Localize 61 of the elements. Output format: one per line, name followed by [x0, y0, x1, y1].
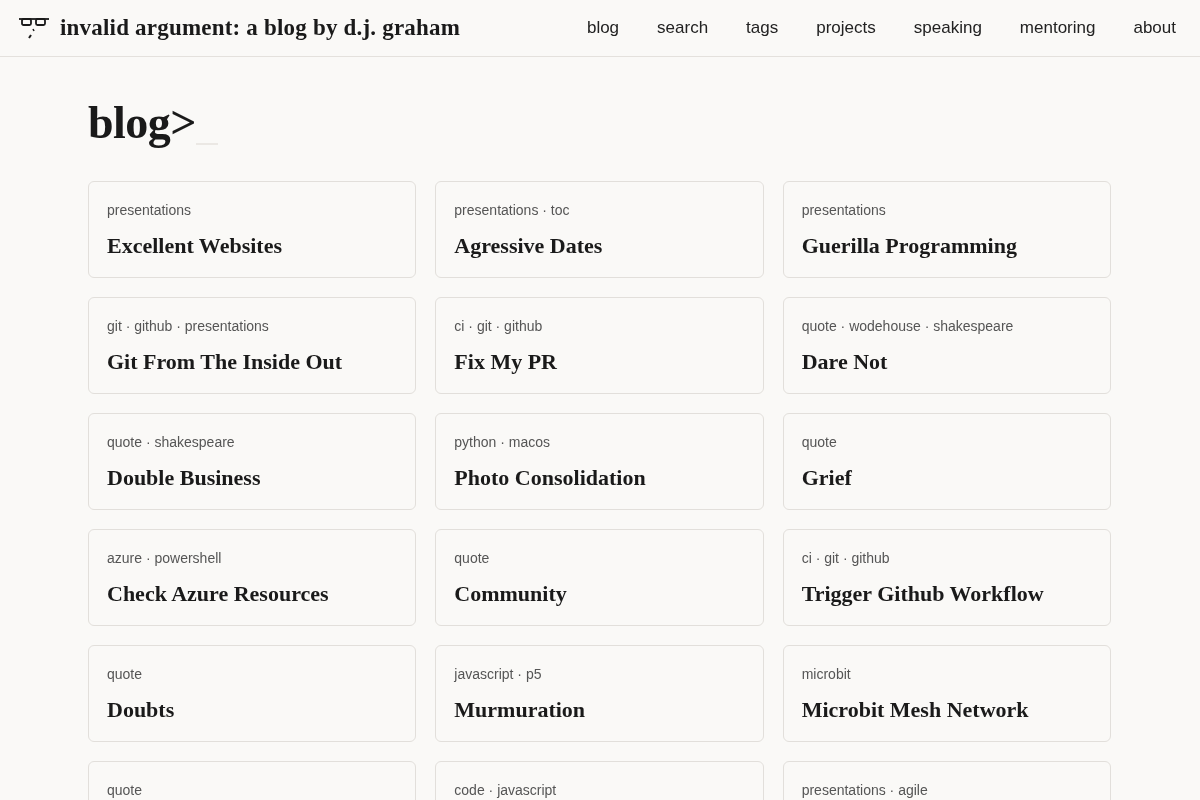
- post-tags: python · macos: [454, 433, 745, 451]
- post-card[interactable]: ci · git · github Trigger Github Workflow: [782, 529, 1111, 626]
- post-title: Photo Consolidation: [454, 465, 647, 491]
- post-title: Check Azure Resources: [107, 581, 330, 607]
- post-title: Microbit Mesh Network: [801, 697, 1030, 723]
- post-tags: ci · git · github: [454, 317, 745, 335]
- post-title: Fix My PR: [454, 349, 558, 375]
- post-card[interactable]: javascript · p5 Murmuration: [435, 645, 764, 742]
- post-title: Git From The Inside Out: [107, 349, 344, 375]
- post-card[interactable]: git · github · presentations Git From The Inside Out: [88, 297, 417, 394]
- post-card[interactable]: quote Doubts: [88, 645, 417, 742]
- post-tags: quote: [107, 665, 398, 683]
- post-tags: presentations · agile: [801, 781, 1092, 799]
- post-tags: git · github · presentations: [107, 317, 398, 335]
- nav-link[interactable]: about: [1133, 15, 1176, 41]
- post-title: Doubts: [107, 697, 176, 723]
- post-tags: ci · git · github: [801, 549, 1092, 567]
- post-card[interactable]: microbit Microbit Mesh Network: [782, 645, 1111, 742]
- post-title: Agressive Dates: [454, 233, 604, 259]
- post-card[interactable]: quote · wodehouse · shakespeare Dare Not: [782, 297, 1111, 394]
- post-card[interactable]: quote: [88, 761, 417, 800]
- nav-link[interactable]: tags: [746, 15, 779, 41]
- nav-link[interactable]: mentoring: [1019, 15, 1096, 41]
- post-tags: azure · powershell: [107, 549, 398, 567]
- post-card[interactable]: quote Community: [435, 529, 764, 626]
- post-card[interactable]: azure · powershell Check Azure Resources: [88, 529, 417, 626]
- post-title: Dare Not: [801, 349, 889, 375]
- post-title: Excellent Websites: [107, 233, 283, 259]
- post-tags: quote: [801, 433, 1092, 451]
- nav-link[interactable]: speaking: [913, 15, 982, 41]
- post-card[interactable]: code · javascript: [435, 761, 764, 800]
- post-tags: presentations: [107, 201, 398, 219]
- post-title: Grief: [801, 465, 853, 491]
- nav-link[interactable]: search: [657, 15, 709, 41]
- nav-link[interactable]: projects: [816, 15, 876, 41]
- post-tags: code · javascript: [454, 781, 745, 799]
- post-title: Murmuration: [454, 697, 587, 723]
- post-card[interactable]: quote Grief: [782, 413, 1111, 510]
- site-title[interactable]: invalid argument: a blog by d.j. graham: [60, 10, 461, 46]
- post-title: Community: [454, 581, 568, 607]
- post-tags: quote · shakespeare: [107, 433, 398, 451]
- post-tags: microbit: [801, 665, 1092, 683]
- post-tags: javascript · p5: [454, 665, 745, 683]
- post-title: Trigger Github Workflow: [801, 581, 1045, 607]
- post-tags: quote: [454, 549, 745, 567]
- post-title: Double Business: [107, 465, 262, 491]
- post-card[interactable]: python · macos Photo Consolidation: [435, 413, 764, 510]
- post-tags: presentations · toc: [454, 201, 745, 219]
- post-tags: quote: [107, 781, 398, 799]
- post-card[interactable]: presentations Guerilla Programming: [782, 181, 1111, 278]
- glasses-face-icon: [18, 16, 50, 40]
- post-card[interactable]: quote · shakespeare Double Business: [88, 413, 417, 510]
- page-heading: blog>: [88, 97, 197, 149]
- post-tags: presentations: [801, 201, 1092, 219]
- post-card[interactable]: presentations Excellent Websites: [88, 181, 417, 278]
- post-tags: quote · wodehouse · shakespeare: [801, 317, 1092, 335]
- post-card[interactable]: presentations · agile: [782, 761, 1111, 800]
- nav-link[interactable]: blog: [586, 15, 620, 41]
- post-title: Guerilla Programming: [801, 233, 1018, 259]
- post-card[interactable]: presentations · toc Agressive Dates: [435, 181, 764, 278]
- post-card[interactable]: ci · git · github Fix My PR: [435, 297, 764, 394]
